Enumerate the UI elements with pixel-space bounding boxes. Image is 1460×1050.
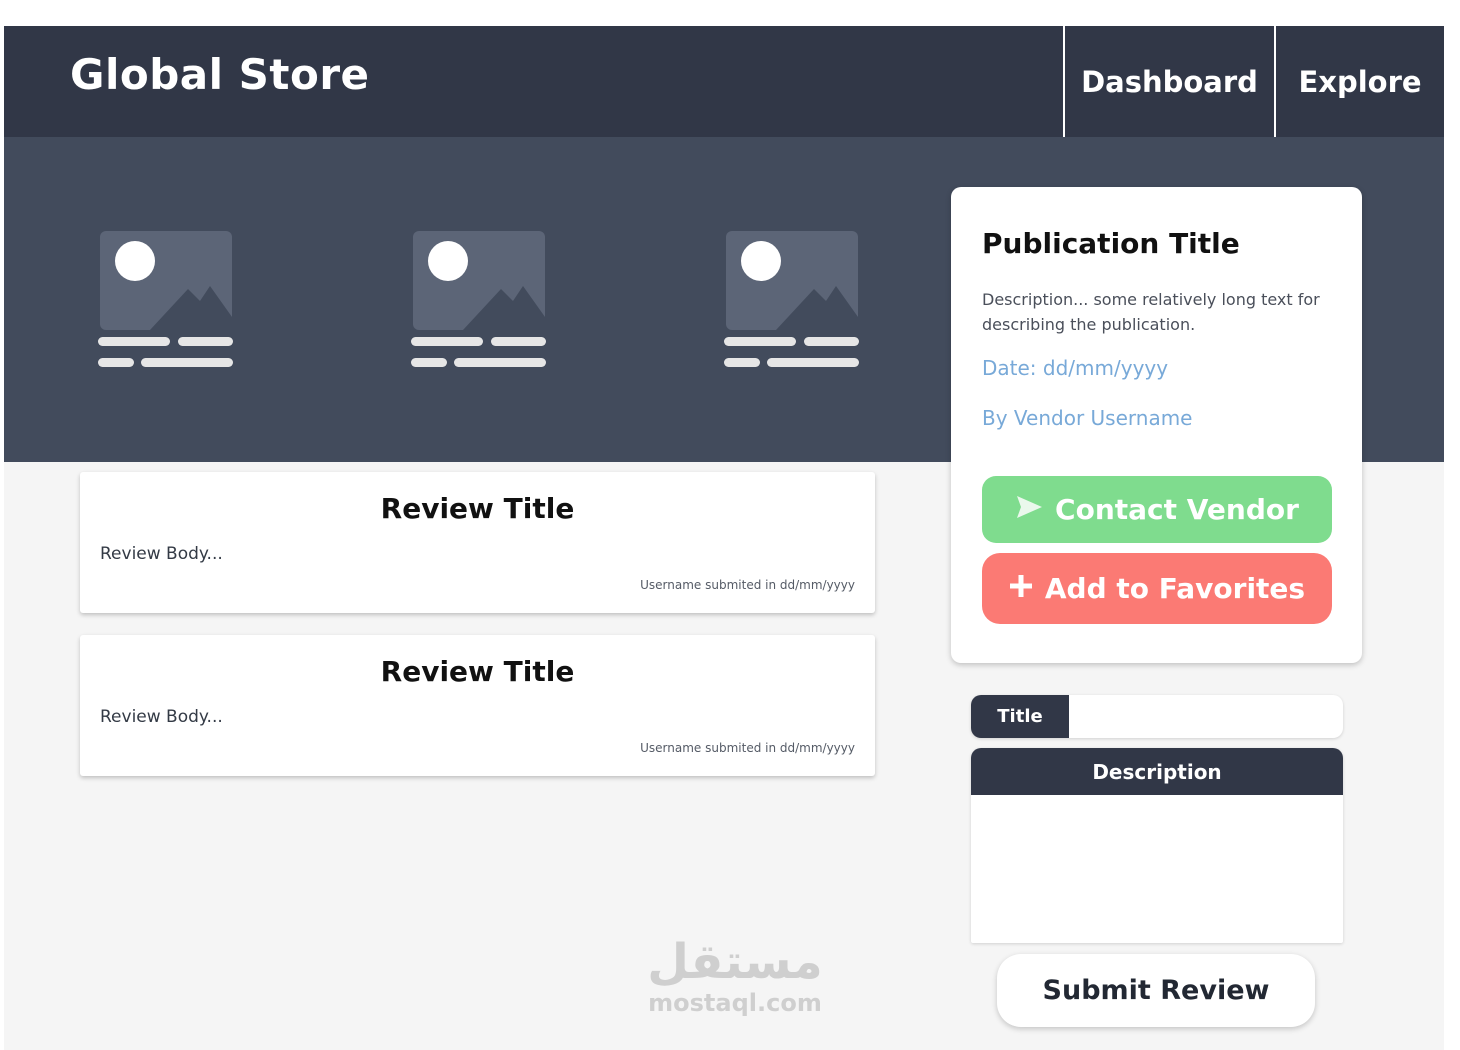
text-line-placeholder: [767, 358, 859, 367]
plus-icon: [1009, 574, 1033, 603]
send-icon: [1015, 495, 1043, 524]
review-body: Review Body...: [100, 544, 223, 564]
app-frame: Global Store Dashboard Explore Review Ti…: [4, 26, 1444, 1050]
image-placeholder-icon: [413, 231, 545, 330]
review-body: Review Body...: [100, 707, 223, 727]
review-meta: Username submited in dd/mm/yyyy: [640, 578, 855, 592]
review-title-field: Title: [971, 695, 1343, 738]
review-title: Review Title: [380, 492, 575, 525]
add-to-favorites-label: Add to Favorites: [1044, 572, 1306, 605]
review-description-label: Description: [971, 748, 1343, 795]
review-title-label: Title: [971, 695, 1069, 738]
nav-explore[interactable]: Explore: [1274, 26, 1444, 137]
publication-description: Description... some relatively long text…: [982, 290, 1320, 334]
review-description-field: Description: [971, 748, 1343, 943]
review-meta: Username submited in dd/mm/yyyy: [640, 741, 855, 755]
watermark-arabic: مستقل: [647, 934, 823, 990]
text-line-placeholder: [454, 358, 546, 367]
text-line-placeholder: [724, 337, 796, 346]
publication-card: Publication Title Description... some re…: [951, 187, 1362, 663]
image-placeholder-icon: [100, 231, 232, 330]
review-title: Review Title: [380, 655, 575, 688]
watermark: مستقل mostaql.com: [630, 934, 840, 1016]
text-line-placeholder: [98, 358, 134, 367]
review-title-input[interactable]: [1069, 695, 1343, 738]
brand-title: Global Store: [70, 50, 370, 99]
text-line-placeholder: [491, 337, 546, 346]
gallery-thumbnail[interactable]: [411, 231, 547, 371]
text-line-placeholder: [804, 337, 859, 346]
publication-title: Publication Title: [982, 227, 1240, 260]
contact-vendor-button[interactable]: Contact Vendor: [982, 476, 1332, 543]
contact-vendor-label: Contact Vendor: [1055, 493, 1299, 526]
gallery-thumbnail[interactable]: [724, 231, 860, 371]
watermark-latin: mostaql.com: [648, 989, 822, 1017]
review-card: Review Title Review Body... Username sub…: [80, 472, 875, 613]
submit-review-button[interactable]: Submit Review: [997, 954, 1315, 1027]
review-card: Review Title Review Body... Username sub…: [80, 635, 875, 776]
add-to-favorites-button[interactable]: Add to Favorites: [982, 553, 1332, 624]
publication-date: Date: dd/mm/yyyy: [982, 356, 1169, 380]
gallery-thumbnail[interactable]: [98, 231, 234, 371]
text-line-placeholder: [178, 337, 233, 346]
text-line-placeholder: [141, 358, 233, 367]
top-navbar: Global Store Dashboard Explore: [4, 26, 1444, 137]
text-line-placeholder: [411, 337, 483, 346]
text-line-placeholder: [98, 337, 170, 346]
nav-dashboard[interactable]: Dashboard: [1063, 26, 1274, 137]
text-line-placeholder: [724, 358, 760, 367]
image-placeholder-icon: [726, 231, 858, 330]
text-line-placeholder: [411, 358, 447, 367]
review-description-input[interactable]: [971, 795, 1343, 943]
vendor-link[interactable]: By Vendor Username: [982, 406, 1193, 430]
